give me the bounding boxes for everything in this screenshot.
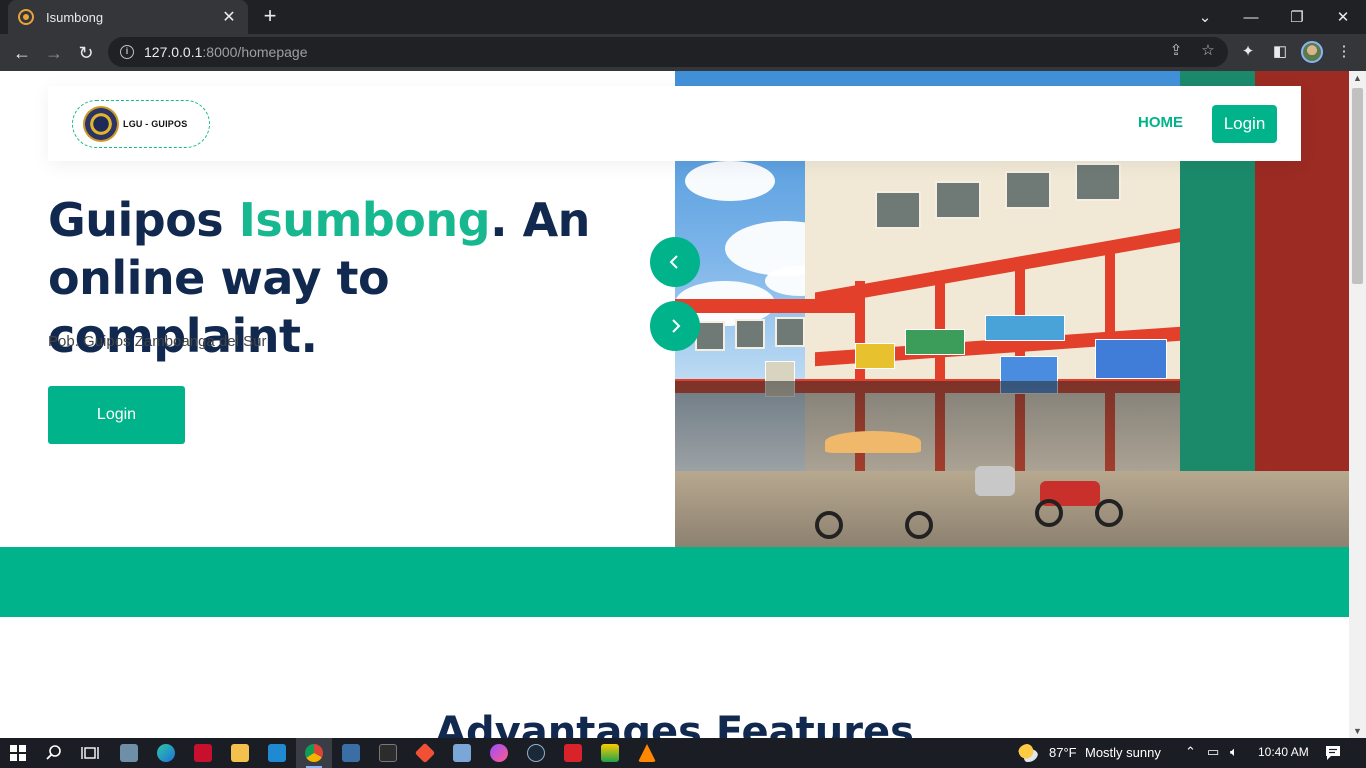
page-scrollbar[interactable]: ▲ ▼ [1349,71,1366,738]
site-logo[interactable]: LGU - GUIPOS [72,100,210,148]
weather-sunny-icon[interactable] [1018,744,1038,762]
site-info-icon[interactable]: i [120,45,134,59]
bluestacks-icon[interactable] [601,744,619,762]
tray-chevron-up-icon[interactable]: ⌃ [1185,744,1196,760]
minimize-icon[interactable]: — [1228,0,1274,34]
windows-taskbar: 87°F Mostly sunny ⌃ ▭ 🔈︎ 10:40 AM [0,738,1366,768]
hero-title-part1: Guipos [48,193,239,247]
edge-browser-icon[interactable] [157,744,175,762]
hero-login-button[interactable]: Login [48,386,185,444]
lgu-seal-icon [83,106,119,142]
url-path: :8000/homepage [202,44,308,60]
terminal-icon[interactable] [379,744,397,762]
steam-icon[interactable] [527,744,545,762]
tab-title: Isumbong [46,9,104,25]
address-bar[interactable]: i 127.0.0.1:8000/homepage [108,37,1228,67]
vscode-icon[interactable] [268,744,286,762]
volume-icon[interactable]: 🔈︎ [1230,744,1238,760]
weather-temp[interactable]: 87°F [1049,745,1077,760]
clock-time[interactable]: 10:40 AM [1258,745,1309,759]
url-host: 127.0.0.1 [144,44,203,60]
windows-start-icon[interactable] [10,745,26,761]
logo-text: LGU - GUIPOS [123,119,188,129]
tab-search-icon[interactable]: ⌄ [1182,0,1228,34]
git-icon[interactable] [414,742,436,764]
nav-home-link[interactable]: HOME [1138,114,1183,131]
nav-login-button[interactable]: Login [1212,105,1277,143]
scroll-up-icon[interactable]: ▲ [1353,73,1362,83]
restore-icon[interactable]: ❐ [1274,0,1320,34]
section-title: Advantages Features [435,709,914,738]
weather-desc[interactable]: Mostly sunny [1085,745,1161,760]
carousel-next-button[interactable] [650,301,700,351]
search-icon[interactable] [46,745,62,761]
bookmark-star-icon[interactable]: ☆ [1198,41,1218,59]
browser-toolbar: ← → ↻ i 127.0.0.1:8000/homepage ⇪ ☆ ✦ ◧ … [0,34,1366,71]
scroll-down-icon[interactable]: ▼ [1353,726,1362,736]
reload-icon[interactable]: ↻ [72,39,100,67]
browser-tab-bar: Isumbong ✕ + ⌄ — ❐ ✕ [0,0,1366,34]
hero-title-accent: Isumbong [238,193,491,247]
share-icon[interactable]: ⇪ [1166,41,1186,59]
hero-subtitle: Pob. Guipos Zamboanga del Sur [48,333,267,350]
file-explorer-icon[interactable] [231,744,249,762]
acrobat-icon[interactable] [194,744,212,762]
chrome-icon[interactable] [305,744,323,762]
notification-center-icon[interactable] [1325,745,1341,761]
wps-office-icon[interactable] [564,744,582,762]
extensions-puzzle-icon[interactable]: ✦ [1237,42,1259,60]
task-view-icon[interactable] [81,745,99,761]
tab-close-icon[interactable]: ✕ [220,7,238,27]
forward-arrow-icon[interactable]: → [40,39,68,67]
menu-kebab-icon[interactable]: ⋮ [1333,42,1355,60]
app-icon-1[interactable] [120,744,138,762]
site-favicon-icon [18,9,34,25]
chevron-right-icon [672,319,681,333]
app-icon-2[interactable] [342,744,360,762]
window-close-icon[interactable]: ✕ [1320,0,1366,34]
network-icon[interactable]: ▭ [1207,744,1219,760]
browser-tab[interactable]: Isumbong ✕ [8,0,248,34]
back-arrow-icon[interactable]: ← [8,39,36,67]
chevron-left-icon [669,255,678,269]
profile-avatar[interactable] [1301,41,1323,63]
carousel-prev-button[interactable] [650,237,700,287]
side-panel-icon[interactable]: ◧ [1269,42,1291,60]
teal-band [0,547,1349,617]
app-icon-3[interactable] [453,744,471,762]
scrollbar-thumb[interactable] [1352,88,1363,284]
site-header: LGU - GUIPOS HOME Login [48,86,1301,161]
page-viewport: LGU - GUIPOS HOME Login Guipos Isumbong.… [0,71,1366,738]
new-tab-button[interactable]: + [258,4,282,28]
messenger-icon[interactable] [490,744,508,762]
vlc-icon[interactable] [638,744,656,762]
